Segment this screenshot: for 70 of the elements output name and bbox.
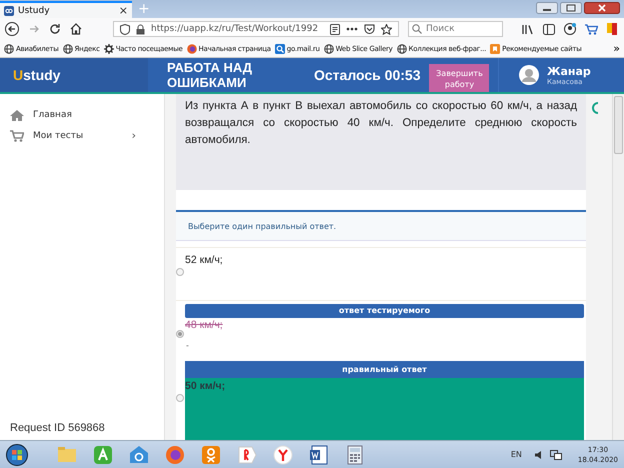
radio-button[interactable] bbox=[176, 394, 184, 402]
calculator-icon[interactable] bbox=[345, 444, 365, 464]
cart-icon[interactable] bbox=[585, 24, 598, 34]
timer-text: Осталось 00:53 bbox=[314, 67, 420, 83]
answer-text: 52 км/ч; bbox=[185, 253, 224, 268]
globe-icon bbox=[324, 44, 334, 54]
language-indicator[interactable]: EN bbox=[510, 450, 522, 459]
more-bookmarks-button[interactable]: » bbox=[613, 42, 620, 55]
star-icon[interactable] bbox=[381, 24, 392, 34]
pocket-icon[interactable] bbox=[364, 24, 376, 34]
more-icon[interactable] bbox=[346, 27, 358, 31]
home-icon[interactable] bbox=[70, 23, 82, 35]
cart-icon bbox=[10, 130, 24, 142]
answer-banner: ответ тестируемого bbox=[185, 304, 584, 318]
globe-icon bbox=[4, 44, 14, 54]
minimize-button[interactable] bbox=[536, 2, 558, 14]
network-icon[interactable] bbox=[550, 450, 562, 460]
shield-icon bbox=[120, 24, 130, 34]
browser-tab[interactable]: Ustudy × bbox=[0, 1, 132, 18]
instruction-text: Выберите один правильный ответ. bbox=[176, 210, 586, 241]
logo[interactable]: Ustudy bbox=[13, 67, 60, 83]
back-icon[interactable] bbox=[5, 22, 19, 36]
request-id-text: Request ID 569868 bbox=[9, 422, 106, 434]
loading-spinner-icon bbox=[591, 102, 601, 114]
page-title: РАБОТА НАД ОШИБКАМИ bbox=[167, 60, 254, 90]
address-bar[interactable]: https://uapp.kz/ru/Test/Workout/1992 bbox=[113, 21, 399, 37]
social-icon[interactable] bbox=[201, 444, 221, 464]
sidebar-item[interactable]: Мои тесты › bbox=[0, 125, 164, 146]
close-window-button[interactable] bbox=[584, 2, 620, 14]
search-field[interactable]: Поиск bbox=[408, 21, 503, 37]
url-text: https://uapp.kz/ru/Test/Workout/1992 bbox=[151, 24, 318, 34]
tab-title: Ustudy bbox=[18, 6, 51, 16]
store-icon[interactable] bbox=[93, 444, 113, 464]
home-icon bbox=[10, 108, 24, 120]
browser-icon[interactable] bbox=[273, 444, 293, 464]
lock-icon bbox=[136, 24, 145, 34]
answer-banner: правильный ответ bbox=[185, 361, 584, 378]
dash-mark: - bbox=[185, 341, 190, 352]
document-icon[interactable] bbox=[309, 444, 329, 464]
mail-icon[interactable] bbox=[129, 444, 149, 464]
search-icon bbox=[274, 44, 285, 54]
gear-icon bbox=[104, 44, 114, 54]
scroll-thumb[interactable] bbox=[614, 96, 623, 154]
bookmark-icon bbox=[490, 44, 500, 54]
browser-logo-icon bbox=[186, 44, 197, 54]
bookmark-flag-icon[interactable] bbox=[607, 23, 617, 35]
scrollbar[interactable] bbox=[612, 94, 624, 440]
question-text: Из пункта А в пункт В выехал автомобиль со скоростью 60 км/ч, а назад возвращался со скоростью 40 км/ч. Определите среднюю скорость автомобиля. bbox=[176, 94, 586, 190]
browser-icon[interactable] bbox=[165, 444, 185, 464]
library-icon[interactable] bbox=[522, 24, 534, 34]
user-name: Жанар bbox=[547, 64, 591, 78]
maximize-button[interactable] bbox=[560, 2, 582, 14]
radio-button[interactable] bbox=[176, 268, 184, 276]
globe-icon bbox=[62, 44, 73, 54]
close-tab-button[interactable]: × bbox=[118, 5, 128, 16]
browser-icon[interactable] bbox=[237, 444, 257, 464]
speaker-icon[interactable] bbox=[534, 450, 544, 460]
sidebar-item[interactable]: Главная bbox=[0, 104, 164, 125]
answer-text: 48 км/ч; bbox=[185, 318, 224, 333]
globe-icon bbox=[396, 44, 407, 54]
answer-text: 50 км/ч; bbox=[185, 378, 584, 440]
reader-view-icon[interactable] bbox=[330, 24, 340, 34]
avatar-icon bbox=[519, 65, 539, 85]
start-button[interactable] bbox=[6, 444, 28, 466]
account-icon[interactable] bbox=[564, 23, 576, 35]
radio-button[interactable] bbox=[176, 330, 184, 338]
site-icon bbox=[4, 6, 14, 16]
finish-button[interactable]: Завершить работу bbox=[429, 64, 490, 92]
reload-icon[interactable] bbox=[49, 23, 61, 35]
sidebar-icon[interactable] bbox=[543, 24, 555, 34]
